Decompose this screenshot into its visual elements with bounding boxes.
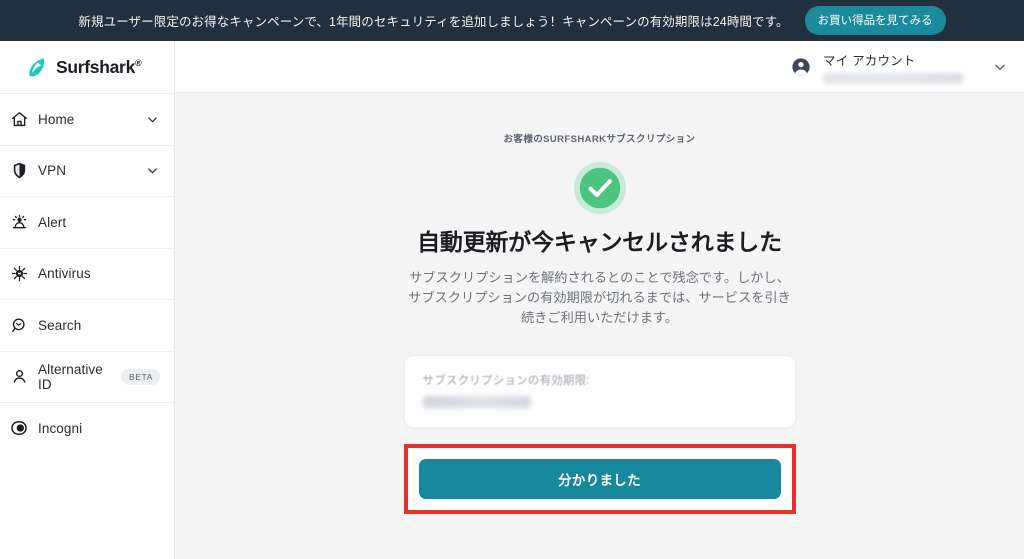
account-menu[interactable]: マイ アカウント xyxy=(784,46,1010,88)
main-area: マイ アカウント お客様のSURFSHARKサブスクリプション 自動更新が今キャ… xyxy=(175,41,1024,559)
account-email-redacted xyxy=(823,72,963,84)
topbar: マイ アカウント xyxy=(175,41,1024,93)
status-badge: BETA xyxy=(121,368,160,385)
content-region: お客様のSURFSHARKサブスクリプション 自動更新が今キャンセルされました … xyxy=(175,93,1024,559)
expiry-label: サブスクリプションの有効期限: xyxy=(422,375,590,387)
sidebar-item-label: Home xyxy=(38,111,75,127)
sidebar-item-vpn[interactable]: VPN xyxy=(0,144,174,196)
sidebar-item-antivirus[interactable]: Antivirus xyxy=(0,247,174,299)
sidebar: Surfshark® Home VPN Alert Antivirus Sear… xyxy=(0,41,175,559)
page-title: 自動更新が今キャンセルされました xyxy=(417,229,782,255)
toggle-icon xyxy=(0,418,38,438)
chevron-down-icon[interactable] xyxy=(145,163,160,178)
panel-eyebrow: お客様のSURFSHARKサブスクリプション xyxy=(503,134,696,145)
alert-icon xyxy=(0,213,38,232)
app-shell: Surfshark® Home VPN Alert Antivirus Sear… xyxy=(0,41,1024,559)
sidebar-item-label: Antivirus xyxy=(38,266,91,282)
sidebar-nav: Home VPN Alert Antivirus Search Alternat… xyxy=(0,93,174,454)
brand-name: Surfshark® xyxy=(56,56,142,77)
success-check-icon xyxy=(573,161,626,215)
search-icon xyxy=(0,316,38,335)
annotation-highlight-box: 分かりました xyxy=(403,444,796,514)
promo-banner: 新規ユーザー限定のお得なキャンペーンで、1年間のセキュリティを追加しましょう！キ… xyxy=(0,0,1024,41)
shield-icon xyxy=(0,161,38,180)
sidebar-item-search[interactable]: Search xyxy=(0,299,174,351)
panel-body-text: サブスクリプションを解約されるとのことで残念です。しかし、サブスクリプションの有… xyxy=(408,270,791,325)
acknowledge-button[interactable]: 分かりました xyxy=(418,459,781,499)
sidebar-item-label: VPN xyxy=(38,163,67,179)
expiry-info-card: サブスクリプションの有効期限: xyxy=(403,355,796,428)
chevron-down-icon[interactable] xyxy=(145,112,160,127)
promo-banner-message: 新規ユーザー限定のお得なキャンペーンで、1年間のセキュリティを追加しましょう！キ… xyxy=(78,15,789,29)
sidebar-item-home[interactable]: Home xyxy=(0,93,174,145)
chevron-down-icon[interactable] xyxy=(992,59,1008,75)
account-details: マイ アカウント xyxy=(823,50,963,84)
expiry-value-redacted xyxy=(422,396,531,408)
sidebar-item-alert[interactable]: Alert xyxy=(0,196,174,248)
bug-icon xyxy=(0,264,38,283)
brand-logo[interactable]: Surfshark® xyxy=(0,41,174,93)
sidebar-item-incogni[interactable]: Incogni xyxy=(0,402,174,454)
sidebar-item-label: Incogni xyxy=(38,420,83,436)
person-icon xyxy=(0,367,38,386)
sidebar-item-label: Alternative ID xyxy=(38,361,103,392)
promo-cta-button[interactable]: お買い得品を見てみる xyxy=(804,6,946,35)
brand-trademark: ® xyxy=(135,57,142,68)
subscription-cancelled-panel: お客様のSURFSHARKサブスクリプション 自動更新が今キャンセルされました … xyxy=(403,131,796,559)
account-label: マイ アカウント xyxy=(823,53,916,68)
sidebar-item-alternative-id[interactable]: Alternative ID BETA xyxy=(0,350,174,402)
surfshark-fin-icon xyxy=(29,58,45,77)
avatar xyxy=(790,56,812,78)
home-icon xyxy=(0,110,38,129)
sidebar-item-label: Alert xyxy=(38,214,67,230)
sidebar-item-label: Search xyxy=(38,317,82,333)
